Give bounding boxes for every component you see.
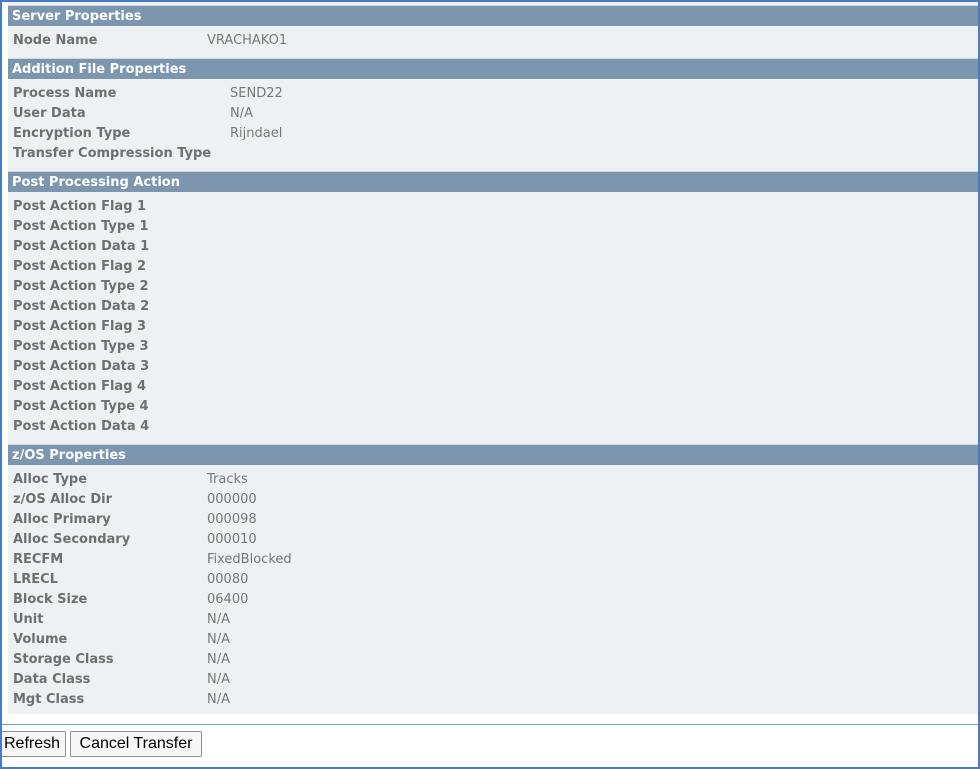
- property-value: 000098: [207, 512, 257, 527]
- property-label: Node Name: [13, 33, 98, 48]
- property-value: N/A: [230, 106, 253, 121]
- property-row-post-action-data-1: Post Action Data 1: [8, 237, 978, 257]
- property-value: N/A: [207, 612, 230, 627]
- property-label: Post Action Data 3: [13, 359, 150, 374]
- property-row-alloc-secondary: Alloc Secondary 000010: [8, 530, 978, 550]
- property-row-post-action-type-2: Post Action Type 2: [8, 277, 978, 297]
- property-value: 00080: [207, 572, 249, 587]
- refresh-button[interactable]: Refresh: [2, 731, 66, 757]
- property-value: N/A: [207, 652, 230, 667]
- property-row-storage-class: Storage Class N/A: [8, 650, 978, 670]
- property-label: Storage Class: [13, 652, 114, 667]
- section-header-post-processing-action: Post Processing Action: [8, 171, 978, 192]
- property-row-post-action-data-2: Post Action Data 2: [8, 297, 978, 317]
- property-row-post-action-type-4: Post Action Type 4: [8, 397, 978, 417]
- property-value: 000000: [207, 492, 257, 507]
- property-row-volume: Volume N/A: [8, 630, 978, 650]
- property-row-data-class: Data Class N/A: [8, 670, 978, 690]
- divider: [2, 724, 978, 725]
- properties-window: Server Properties Node Name VRACHAKO1 Ad…: [0, 0, 980, 769]
- property-label: Block Size: [13, 592, 88, 607]
- property-label: Post Action Type 4: [13, 399, 149, 414]
- property-label: Mgt Class: [13, 692, 85, 707]
- property-value: N/A: [207, 692, 230, 707]
- property-label: Post Action Flag 2: [13, 259, 147, 274]
- property-row-post-action-flag-1: Post Action Flag 1: [8, 197, 978, 217]
- property-label: Post Action Flag 3: [13, 319, 147, 334]
- property-row-recfm: RECFM FixedBlocked: [8, 550, 978, 570]
- section-header-server-properties: Server Properties: [8, 5, 978, 26]
- property-value: N/A: [207, 672, 230, 687]
- property-value: 000010: [207, 532, 257, 547]
- property-row-alloc-type: Alloc Type Tracks: [8, 470, 978, 490]
- property-row-mgt-class: Mgt Class N/A: [8, 690, 978, 710]
- property-label: Post Action Type 1: [13, 219, 149, 234]
- property-label: Post Action Data 4: [13, 419, 150, 434]
- property-value: Tracks: [207, 472, 248, 487]
- property-row-transfer-compression-type: Transfer Compression Type: [8, 144, 978, 164]
- property-row-process-name: Process Name SEND22: [8, 84, 978, 104]
- property-row-lrecl: LRECL 00080: [8, 570, 978, 590]
- property-label: Volume: [13, 632, 68, 647]
- property-label: z/OS Alloc Dir: [13, 492, 113, 507]
- property-row-node-name: Node Name VRACHAKO1: [8, 31, 978, 51]
- property-value: FixedBlocked: [207, 552, 292, 567]
- property-label: LRECL: [13, 572, 58, 587]
- property-value: Rijndael: [230, 126, 283, 141]
- property-row-zos-alloc-dir: z/OS Alloc Dir 000000: [8, 490, 978, 510]
- property-row-alloc-primary: Alloc Primary 000098: [8, 510, 978, 530]
- property-label: Post Action Flag 1: [13, 199, 147, 214]
- property-label: Alloc Secondary: [13, 532, 131, 547]
- property-label: Post Action Type 2: [13, 279, 149, 294]
- property-label: Alloc Primary: [13, 512, 111, 527]
- property-row-post-action-flag-3: Post Action Flag 3: [8, 317, 978, 337]
- property-value: SEND22: [230, 86, 283, 101]
- property-row-post-action-type-1: Post Action Type 1: [8, 217, 978, 237]
- property-value: 06400: [207, 592, 249, 607]
- property-label: Post Action Type 3: [13, 339, 149, 354]
- property-label: Post Action Data 2: [13, 299, 150, 314]
- property-label: Post Action Data 1: [13, 239, 150, 254]
- section-header-zos-properties: z/OS Properties: [8, 444, 978, 465]
- property-label: RECFM: [13, 552, 64, 567]
- property-row-unit: Unit N/A: [8, 610, 978, 630]
- property-label: Transfer Compression Type: [13, 146, 212, 161]
- property-label: User Data: [13, 106, 86, 121]
- property-label: Alloc Type: [13, 472, 88, 487]
- button-bar: Refresh Cancel Transfer: [2, 726, 978, 767]
- property-row-block-size: Block Size 06400: [8, 590, 978, 610]
- property-row-post-action-flag-2: Post Action Flag 2: [8, 257, 978, 277]
- property-label: Unit: [13, 612, 44, 627]
- cancel-transfer-button[interactable]: Cancel Transfer: [70, 731, 202, 757]
- property-row-post-action-data-3: Post Action Data 3: [8, 357, 978, 377]
- property-row-post-action-data-4: Post Action Data 4: [8, 417, 978, 437]
- property-row-post-action-flag-4: Post Action Flag 4: [8, 377, 978, 397]
- property-row-user-data: User Data N/A: [8, 104, 978, 124]
- properties-panel: Server Properties Node Name VRACHAKO1 Ad…: [8, 2, 978, 714]
- property-row-post-action-type-3: Post Action Type 3: [8, 337, 978, 357]
- section-header-addition-file-properties: Addition File Properties: [8, 58, 978, 79]
- property-label: Data Class: [13, 672, 91, 687]
- property-label: Process Name: [13, 86, 117, 101]
- property-label: Encryption Type: [13, 126, 131, 141]
- property-value: N/A: [207, 632, 230, 647]
- property-value: VRACHAKO1: [207, 33, 288, 48]
- property-row-encryption-type: Encryption Type Rijndael: [8, 124, 978, 144]
- property-label: Post Action Flag 4: [13, 379, 147, 394]
